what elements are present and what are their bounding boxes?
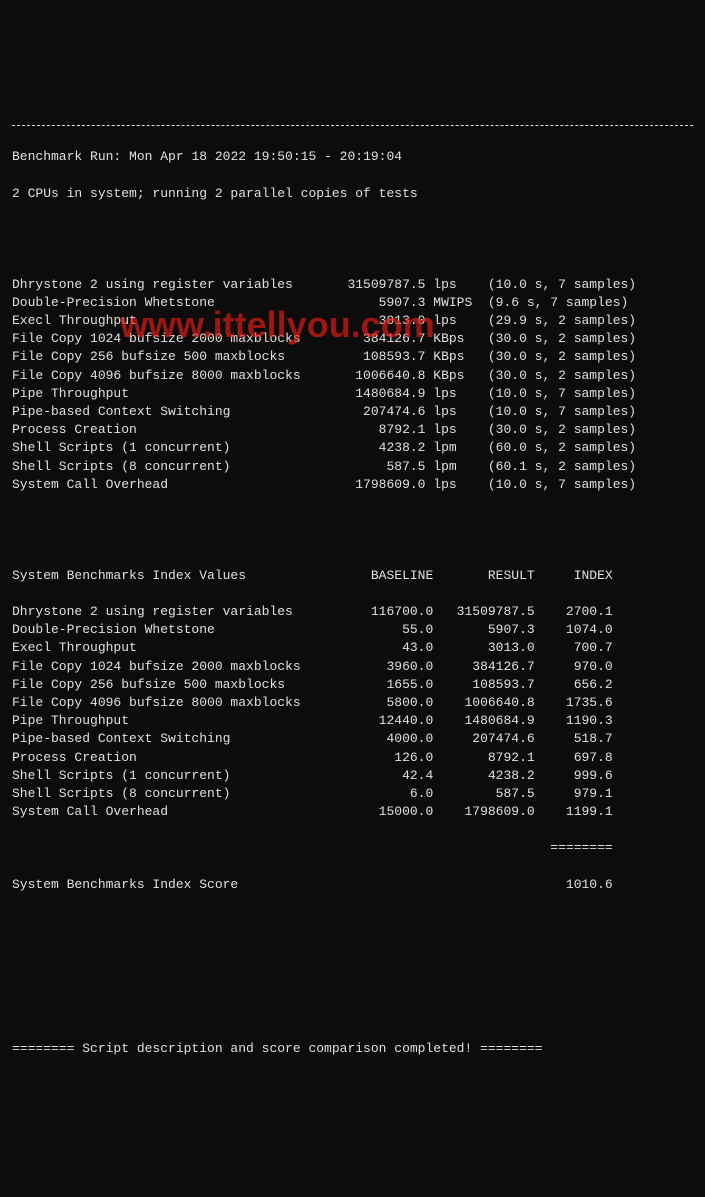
raw-result-row: Dhrystone 2 using register variables 315… <box>12 276 693 294</box>
run-header: Benchmark Run: Mon Apr 18 2022 19:50:15 … <box>12 148 693 166</box>
index-result-row: System Call Overhead 15000.0 1798609.0 1… <box>12 803 693 821</box>
index-result-row: Shell Scripts (1 concurrent) 42.4 4238.2… <box>12 767 693 785</box>
raw-result-row: File Copy 1024 bufsize 2000 maxblocks 38… <box>12 330 693 348</box>
index-result-row: Execl Throughput 43.0 3013.0 700.7 <box>12 639 693 657</box>
score-divider: ======== <box>12 839 693 857</box>
raw-result-row: Pipe-based Context Switching 207474.6 lp… <box>12 403 693 421</box>
blank <box>12 967 693 985</box>
index-result-row: File Copy 256 bufsize 500 maxblocks 1655… <box>12 676 693 694</box>
top-rule <box>12 125 693 126</box>
cpu-header: 2 CPUs in system; running 2 parallel cop… <box>12 185 693 203</box>
index-result-row: File Copy 4096 bufsize 8000 maxblocks 58… <box>12 694 693 712</box>
index-result-row: File Copy 1024 bufsize 2000 maxblocks 39… <box>12 658 693 676</box>
index-result-row: Pipe-based Context Switching 4000.0 2074… <box>12 730 693 748</box>
raw-result-row: File Copy 4096 bufsize 8000 maxblocks 10… <box>12 367 693 385</box>
score-line: System Benchmarks Index Score 1010.6 <box>12 876 693 894</box>
blank <box>12 221 693 239</box>
raw-result-row: Process Creation 8792.1 lps (30.0 s, 2 s… <box>12 421 693 439</box>
raw-result-row: Pipe Throughput 1480684.9 lps (10.0 s, 7… <box>12 385 693 403</box>
blank <box>12 930 693 948</box>
index-result-row: Shell Scripts (8 concurrent) 6.0 587.5 9… <box>12 785 693 803</box>
raw-result-row: Execl Throughput 3013.0 lps (29.9 s, 2 s… <box>12 312 693 330</box>
footer-line: ======== Script description and score co… <box>12 1040 693 1058</box>
raw-result-row: Double-Precision Whetstone 5907.3 MWIPS … <box>12 294 693 312</box>
index-result-row: Dhrystone 2 using register variables 116… <box>12 603 693 621</box>
blank <box>12 530 693 548</box>
index-header: System Benchmarks Index Values BASELINE … <box>12 567 693 585</box>
raw-result-row: Shell Scripts (1 concurrent) 4238.2 lpm … <box>12 439 693 457</box>
blank <box>12 1076 693 1094</box>
index-result-row: Double-Precision Whetstone 55.0 5907.3 1… <box>12 621 693 639</box>
raw-result-row: File Copy 256 bufsize 500 maxblocks 1085… <box>12 348 693 366</box>
index-results-block: Dhrystone 2 using register variables 116… <box>12 603 693 821</box>
blank <box>12 1003 693 1021</box>
raw-result-row: Shell Scripts (8 concurrent) 587.5 lpm (… <box>12 458 693 476</box>
index-result-row: Pipe Throughput 12440.0 1480684.9 1190.3 <box>12 712 693 730</box>
index-result-row: Process Creation 126.0 8792.1 697.8 <box>12 749 693 767</box>
raw-result-row: System Call Overhead 1798609.0 lps (10.0… <box>12 476 693 494</box>
raw-results-block: Dhrystone 2 using register variables 315… <box>12 276 693 494</box>
